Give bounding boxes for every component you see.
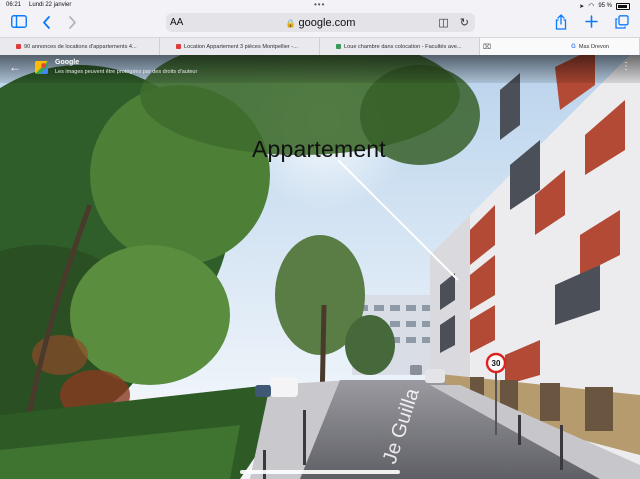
tab-locations[interactable]: 90 annonces de locations d'appartements … bbox=[12, 38, 160, 55]
tab-bar: 90 annonces de locations d'appartements … bbox=[0, 37, 640, 56]
street-view-image[interactable]: 30 Je Guilla bbox=[0, 55, 640, 479]
speed-limit-sign: 30 bbox=[492, 359, 501, 368]
multitasking-dots-icon[interactable]: ••• bbox=[314, 0, 325, 9]
status-time: 06:21 bbox=[6, 2, 22, 8]
location-icon: ➤ bbox=[579, 3, 585, 10]
tab-label: 90 annonces de locations d'appartements … bbox=[24, 43, 137, 50]
address-bar[interactable]: AA 🔒 google.com ◫ ↻ bbox=[166, 13, 475, 32]
battery-icon bbox=[616, 2, 630, 10]
battery-percent: 95 % bbox=[598, 3, 612, 9]
more-options-icon[interactable]: ⋮ bbox=[621, 61, 631, 72]
favicon-icon bbox=[336, 44, 341, 49]
reader-extension-icon[interactable]: ◫ bbox=[438, 17, 448, 29]
source-title: Google bbox=[55, 59, 80, 66]
tab-label: Mas Drevon bbox=[578, 43, 609, 50]
lock-icon: 🔒 bbox=[285, 19, 296, 28]
favicon-icon bbox=[16, 44, 21, 49]
tab-colocation[interactable]: Loue chambre dans colocation - Facultés … bbox=[332, 38, 480, 55]
tab-mas-drevon[interactable]: ⌧ G Mas Drevon bbox=[480, 38, 640, 55]
reload-icon[interactable]: ↻ bbox=[460, 17, 469, 29]
browser-toolbar: AA 🔒 google.com ◫ ↻ bbox=[0, 12, 640, 36]
google-favicon-icon: G bbox=[571, 43, 576, 50]
tab-label: Loue chambre dans colocation - Facultés … bbox=[344, 43, 462, 50]
status-date: Lundi 22 janvier bbox=[29, 2, 72, 8]
street-view-header: ← Google Les images peuvent être protégé… bbox=[0, 55, 640, 83]
street-view-panorama[interactable]: 30 Je Guilla ← Google Les images peuvent… bbox=[0, 55, 640, 479]
favicon-icon bbox=[176, 44, 181, 49]
annotation-label: Appartement bbox=[252, 136, 386, 162]
status-bar: 06:21 Lundi 22 janvier ••• ➤ ◠ 95 % bbox=[0, 0, 640, 12]
back-arrow-icon[interactable] bbox=[42, 16, 51, 31]
url-display[interactable]: 🔒 google.com bbox=[166, 17, 475, 29]
sidebar-toggle-icon[interactable] bbox=[11, 15, 27, 30]
copyright-notice: Les images peuvent être protégées par de… bbox=[55, 69, 198, 75]
new-tab-icon[interactable] bbox=[585, 15, 598, 30]
back-arrow-icon[interactable]: ← bbox=[9, 60, 21, 74]
google-maps-icon bbox=[35, 61, 48, 74]
tab-appartement-montpellier[interactable]: Location Appartement 3 pièces Montpellie… bbox=[172, 38, 320, 55]
share-icon[interactable] bbox=[555, 14, 567, 32]
url-text: google.com bbox=[298, 17, 356, 29]
tab-label: Location Appartement 3 pièces Montpellie… bbox=[184, 43, 298, 50]
url-right-icons: ◫ ↻ bbox=[438, 16, 469, 29]
forward-arrow-icon[interactable] bbox=[68, 16, 77, 31]
wifi-icon: ◠ bbox=[588, 3, 595, 10]
status-indicators: ➤ ◠ 95 % bbox=[579, 2, 630, 10]
tabs-overview-icon[interactable] bbox=[615, 15, 629, 31]
home-indicator[interactable] bbox=[240, 470, 400, 474]
close-tab-icon[interactable]: ⌧ bbox=[483, 43, 491, 51]
